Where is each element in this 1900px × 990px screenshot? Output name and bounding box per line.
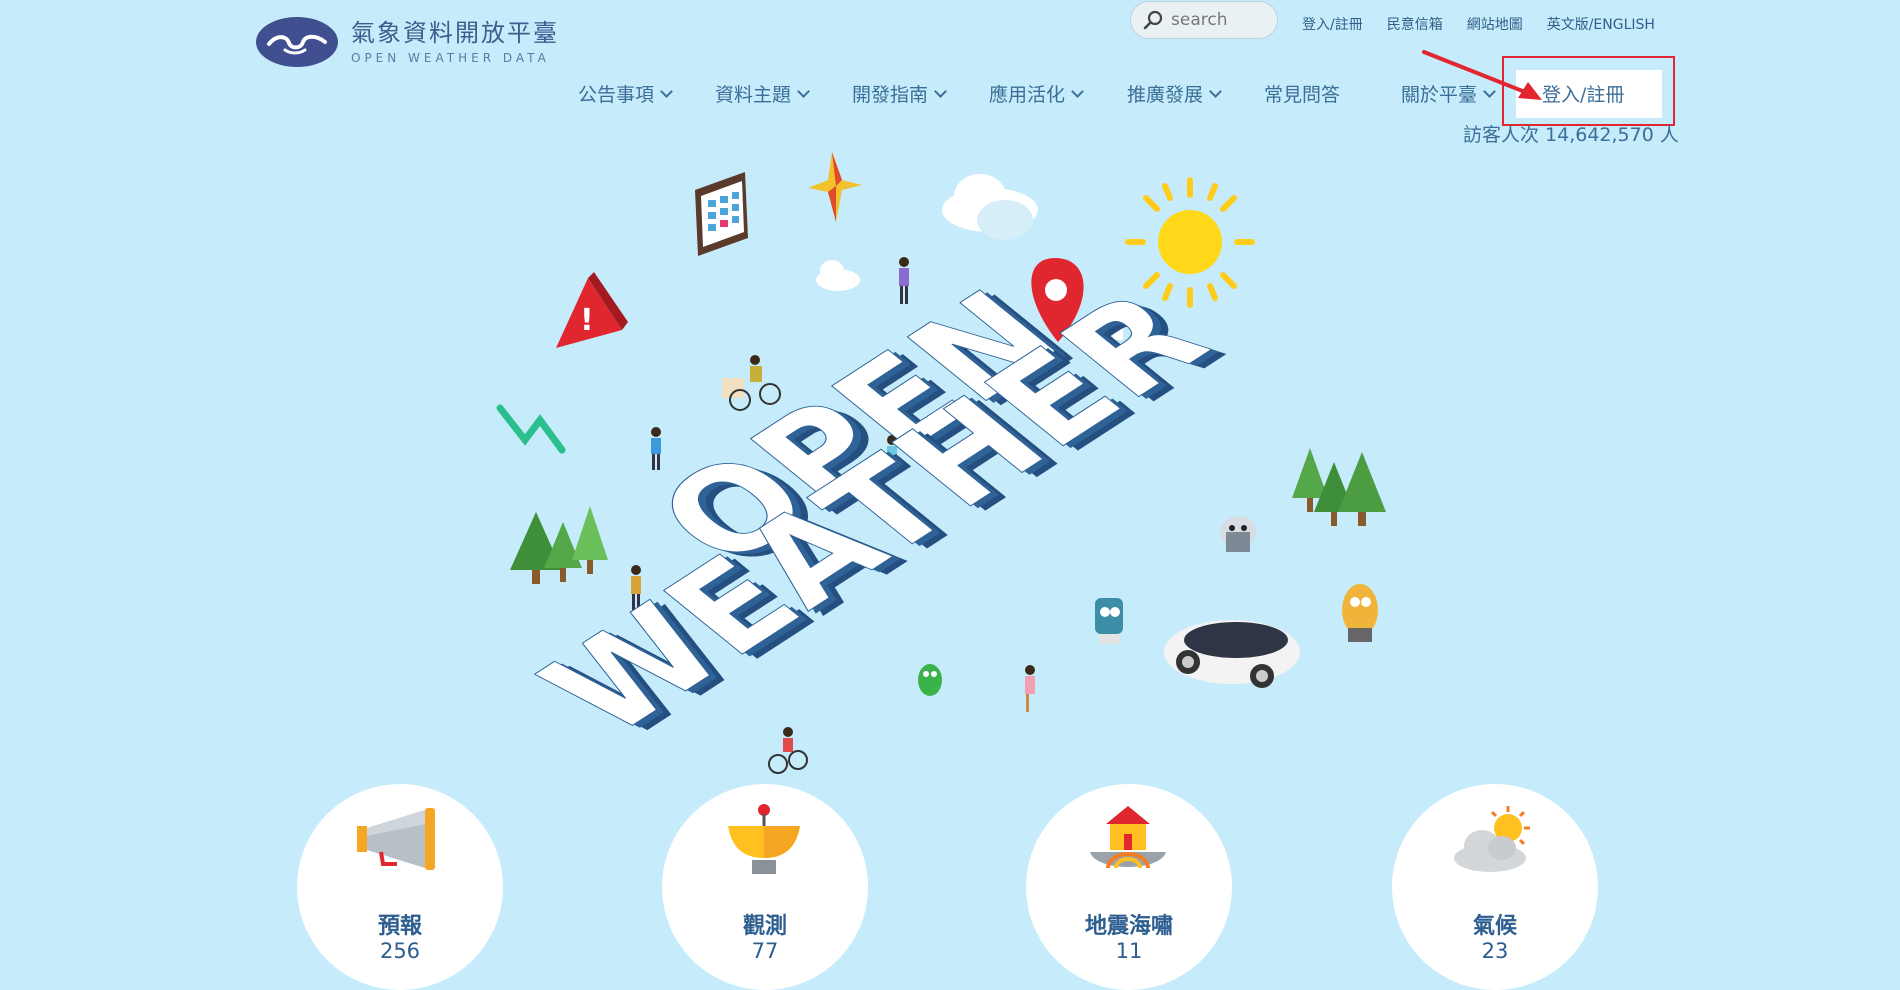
search-icon xyxy=(1143,10,1163,30)
car-icon xyxy=(1164,620,1300,688)
small-cloud-icon xyxy=(816,260,860,291)
nav-applications[interactable]: 應用活化 xyxy=(989,80,1127,107)
category-count: 256 xyxy=(379,939,421,963)
calendar-icon xyxy=(695,172,748,256)
chart-line-icon xyxy=(496,404,566,454)
chevron-down-icon xyxy=(660,84,673,98)
nav-faq[interactable]: 常見問答 xyxy=(1264,80,1401,107)
search-input[interactable] xyxy=(1169,9,1273,31)
category-label: 預報 xyxy=(377,914,422,939)
search-box[interactable] xyxy=(1130,1,1278,39)
site-logo[interactable]: 氣象資料開放平臺 OPEN WEATHER DATA xyxy=(255,16,559,68)
hero-illustration: ! OPEN OPEN OPEN WEATHER WEATHER WEATHER xyxy=(496,152,1386,774)
main-nav: 公告事項 資料主題 開發指南 應用活化 推廣發展 常見問答 關於平臺 xyxy=(578,80,1531,107)
logo-emblem-icon xyxy=(256,17,338,67)
login-button-label: 登入/註冊 xyxy=(1542,84,1625,106)
nav-promotion[interactable]: 推廣發展 xyxy=(1127,80,1264,107)
open-weather-3d-text: OPEN OPEN OPEN WEATHER WEATHER WEATHER xyxy=(509,265,1254,765)
category-count: 23 xyxy=(1481,939,1509,963)
site-title: 氣象資料開放平臺 xyxy=(351,19,559,47)
utility-links: 登入/註冊 民意信箱 網站地圖 英文版/ENGLISH xyxy=(1302,14,1679,34)
radar-dish-icon xyxy=(728,804,800,874)
feedback-link[interactable]: 民意信箱 xyxy=(1387,14,1443,34)
english-link[interactable]: 英文版/ENGLISH xyxy=(1547,14,1655,34)
chevron-down-icon xyxy=(1071,84,1084,98)
site-subtitle: OPEN WEATHER DATA xyxy=(351,51,550,65)
category-count: 77 xyxy=(751,939,779,963)
category-card-climate[interactable]: 氣候 23 xyxy=(1392,784,1598,990)
annotation-arrow-icon xyxy=(1422,50,1542,100)
visitor-counter: 訪客人次 14,642,570 人 xyxy=(1463,124,1679,146)
category-card-observation[interactable]: 觀測 77 xyxy=(662,784,868,990)
house-earthquake-icon xyxy=(1090,806,1166,869)
trees-icon xyxy=(1292,448,1386,526)
nav-announcements[interactable]: 公告事項 xyxy=(578,80,715,107)
category-card-forecast[interactable]: 預報 256 xyxy=(297,784,503,990)
nav-dev-guide[interactable]: 開發指南 xyxy=(852,80,989,107)
chevron-down-icon xyxy=(934,84,947,98)
sitemap-link[interactable]: 網站地圖 xyxy=(1467,14,1523,34)
sun-cloud-icon xyxy=(1454,806,1530,872)
category-label: 地震海嘯 xyxy=(1084,914,1173,939)
chevron-down-icon xyxy=(1209,84,1222,98)
category-label: 氣候 xyxy=(1472,914,1517,939)
category-label: 觀測 xyxy=(742,914,787,939)
trees-icon xyxy=(510,506,608,584)
nav-data-topics[interactable]: 資料主題 xyxy=(715,80,852,107)
cloud-icon xyxy=(942,174,1038,240)
chevron-down-icon xyxy=(797,84,810,98)
megaphone-icon xyxy=(357,808,435,870)
svg-text:!: ! xyxy=(580,303,594,338)
warning-icon: ! xyxy=(556,272,628,348)
category-card-earthquake[interactable]: 地震海嘯 11 xyxy=(1026,784,1232,990)
login-link[interactable]: 登入/註冊 xyxy=(1302,14,1363,34)
compass-star-icon xyxy=(808,152,862,222)
category-count: 11 xyxy=(1115,939,1143,963)
